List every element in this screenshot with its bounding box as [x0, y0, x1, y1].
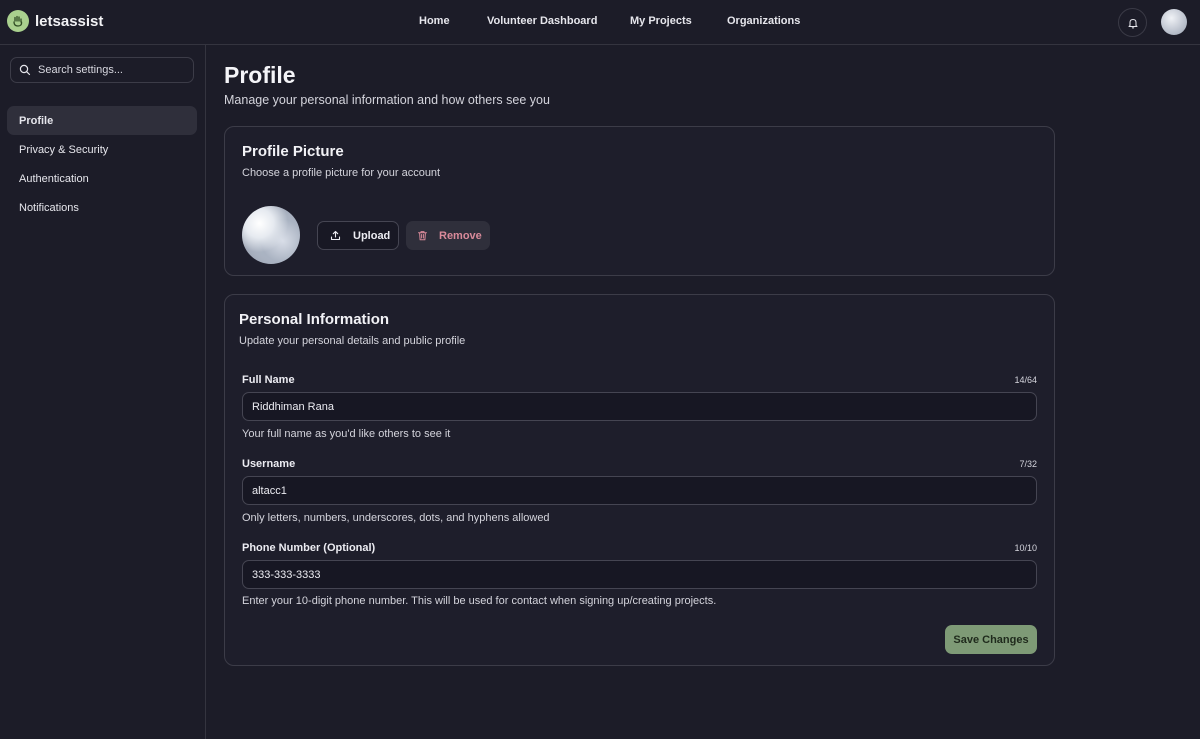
nav-organizations-link[interactable]: Organizations [727, 15, 800, 27]
card-title: Personal Information [239, 311, 390, 328]
search-placeholder: Search settings... [38, 64, 123, 76]
search-icon [19, 64, 31, 76]
page-subtitle: Manage your personal information and how… [224, 93, 550, 107]
full-name-char-count: 14/64 [1014, 375, 1037, 385]
full-name-field[interactable] [242, 392, 1037, 421]
bell-icon [1128, 18, 1137, 28]
sidebar-item-label: Notifications [19, 201, 79, 214]
nav-home-link[interactable]: Home [419, 15, 450, 27]
personal-information-card: Personal Information Update your persona… [224, 294, 1055, 666]
save-changes-button[interactable]: Save Changes [945, 625, 1037, 654]
full-name-help: Your full name as you'd like others to s… [242, 428, 451, 440]
username-field[interactable] [242, 476, 1037, 505]
settings-sidebar: Search settings... Profile Privacy & Sec… [0, 45, 206, 739]
sidebar-item-label: Authentication [19, 172, 89, 185]
search-settings-input[interactable]: Search settings... [10, 57, 194, 83]
remove-label: Remove [439, 229, 482, 242]
username-label: Username [242, 458, 296, 470]
trash-icon [418, 231, 427, 241]
phone-number-char-count: 10/10 [1014, 543, 1037, 553]
profile-picture [242, 206, 300, 264]
sidebar-item-profile[interactable]: Profile [7, 106, 197, 135]
brand-name: letsassist [35, 12, 104, 30]
card-subtitle: Update your personal details and public … [239, 335, 466, 347]
sidebar-item-label: Profile [19, 114, 54, 127]
full-name-label: Full Name [242, 374, 295, 386]
hand-icon [7, 10, 29, 32]
brand[interactable]: letsassist [7, 10, 103, 32]
page-title: Profile [224, 62, 296, 88]
upload-button[interactable]: Upload [317, 221, 399, 250]
card-title: Profile Picture [242, 143, 344, 160]
nav-my-projects-link[interactable]: My Projects [630, 15, 692, 27]
sidebar-item-label: Privacy & Security [19, 143, 109, 156]
username-char-count: 7/32 [1019, 459, 1037, 469]
notifications-button[interactable] [1118, 8, 1147, 37]
user-avatar[interactable] [1161, 9, 1187, 35]
sidebar-item-authentication[interactable]: Authentication [7, 164, 197, 193]
phone-number-label: Phone Number (Optional) [242, 542, 376, 554]
sidebar-item-privacy-security[interactable]: Privacy & Security [7, 135, 197, 164]
phone-number-help: Enter your 10-digit phone number. This w… [242, 595, 717, 607]
phone-number-field[interactable] [242, 560, 1037, 589]
nav-volunteer-dashboard-link[interactable]: Volunteer Dashboard [487, 15, 597, 27]
sidebar-item-notifications[interactable]: Notifications [7, 193, 197, 222]
upload-icon [330, 230, 341, 241]
upload-label: Upload [353, 229, 391, 242]
profile-picture-card: Profile Picture Choose a profile picture… [224, 126, 1055, 276]
remove-button[interactable]: Remove [406, 221, 490, 250]
username-help: Only letters, numbers, underscores, dots… [242, 512, 550, 524]
top-navbar: letsassist Home Volunteer Dashboard My P… [0, 0, 1200, 45]
card-subtitle: Choose a profile picture for your accoun… [242, 167, 441, 179]
